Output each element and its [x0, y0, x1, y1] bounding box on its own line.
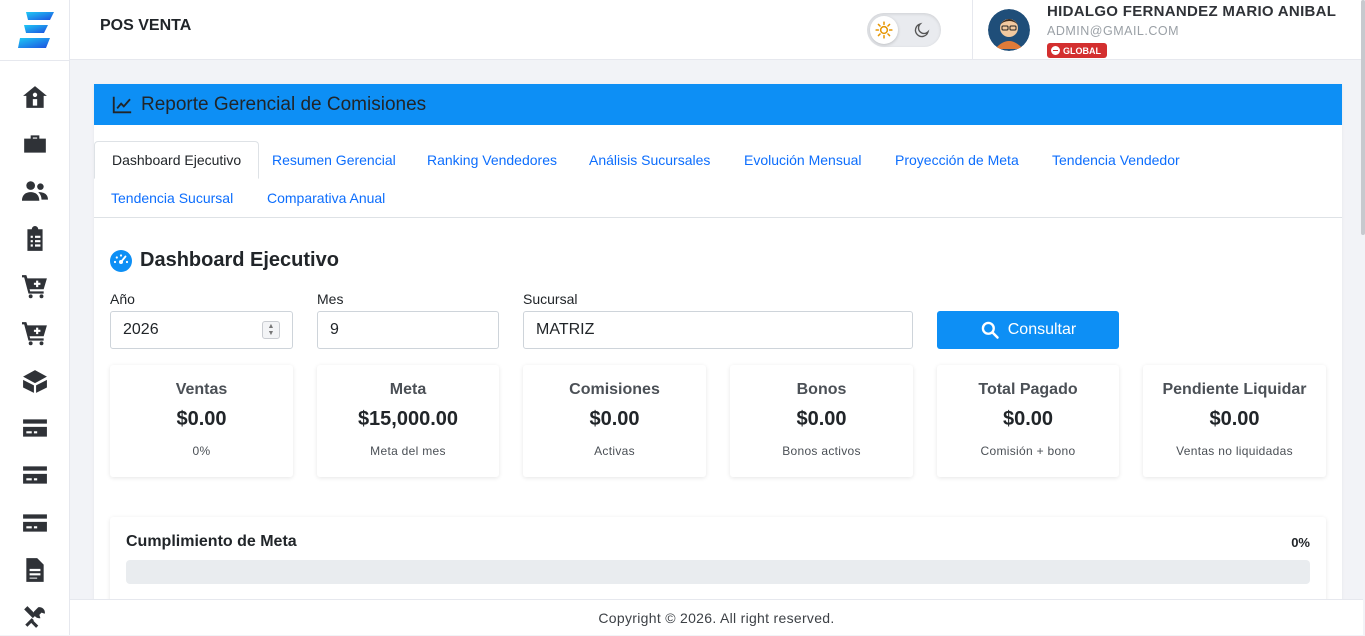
sidebar-divider	[0, 60, 70, 61]
stat-label: Ventas	[175, 381, 228, 398]
progress-title: Cumplimiento de Meta	[126, 533, 297, 550]
global-badge: GLOBAL	[1047, 43, 1107, 58]
year-stepper[interactable]: ▲ ▼	[262, 321, 280, 339]
file-alt-icon[interactable]	[21, 556, 49, 584]
tab-resumen-gerencial[interactable]: Resumen Gerencial	[255, 141, 413, 179]
stat-value: $15,000.00	[357, 408, 459, 430]
branch-input[interactable]: MATRIZ	[523, 311, 913, 349]
stat-value: $0.00	[1002, 408, 1054, 430]
report-card: Reporte Gerencial de Comisiones Dashboar…	[94, 84, 1342, 612]
stat-label: Pendiente Liquidar	[1162, 381, 1307, 398]
cart-plus-icon[interactable]	[21, 272, 49, 300]
footer: Copyright © 2026. All right reserved.	[70, 599, 1363, 635]
month-value: 9	[330, 321, 339, 338]
stat-sub: Ventas no liquidadas	[1176, 444, 1293, 458]
stat-label: Comisiones	[569, 381, 660, 398]
tools-icon[interactable]	[21, 603, 49, 631]
stat-label: Bonos	[796, 381, 847, 398]
briefcase-icon[interactable]	[21, 130, 49, 158]
sidebar	[0, 0, 70, 635]
stat-label: Meta	[389, 381, 427, 398]
badge-label: GLOBAL	[1063, 45, 1101, 56]
chart-line-icon	[112, 96, 132, 113]
tab-comparativa-anual[interactable]: Comparativa Anual	[250, 179, 402, 217]
box-open-icon[interactable]	[21, 367, 49, 395]
credit-card-icon[interactable]	[21, 461, 49, 489]
dashboard-title: Dashboard Ejecutivo	[140, 249, 339, 271]
stat-card-meta: Meta $15,000.00 Meta del mes	[317, 365, 499, 477]
year-value: 2026	[123, 321, 159, 338]
stat-value: $0.00	[176, 408, 227, 430]
branch-label: Sucursal	[523, 291, 578, 307]
report-header: Reporte Gerencial de Comisiones	[94, 84, 1342, 125]
stat-sub: Activas	[594, 444, 635, 458]
tab-dashboard-ejecutivo[interactable]: Dashboard Ejecutivo	[94, 141, 260, 179]
credit-card-icon[interactable]	[21, 509, 49, 537]
report-title: Reporte Gerencial de Comisiones	[141, 93, 427, 115]
stat-sub: Meta del mes	[370, 444, 446, 458]
stat-card-bonos: Bonos $0.00 Bonos activos	[730, 365, 913, 477]
consultar-button[interactable]: Consultar	[937, 311, 1119, 349]
user-name: HIDALGO FERNANDEZ MARIO ANIBAL	[1047, 3, 1337, 20]
moon-icon[interactable]	[911, 19, 933, 41]
stat-sub: Bonos activos	[782, 444, 861, 458]
tab-ranking-vendedores[interactable]: Ranking Vendedores	[410, 141, 574, 179]
month-input[interactable]: 9	[317, 311, 499, 349]
tab-tendencia-vendedor[interactable]: Tendencia Vendedor	[1035, 141, 1197, 179]
tachometer-icon	[110, 249, 132, 272]
year-input[interactable]: 2026 ▲ ▼	[110, 311, 293, 349]
stat-sub: Comisión + bono	[980, 444, 1076, 458]
credit-card-icon[interactable]	[21, 414, 49, 442]
home-icon[interactable]	[21, 83, 49, 111]
stat-card-comisiones: Comisiones $0.00 Activas	[523, 365, 706, 477]
month-label: Mes	[317, 291, 344, 307]
search-icon	[981, 321, 999, 339]
stat-value: $0.00	[589, 408, 640, 430]
tab-evolucion-mensual[interactable]: Evolución Mensual	[727, 141, 879, 179]
app-logo[interactable]	[14, 8, 58, 52]
top-bar: POS VENTA HIDALGO FERNANDEZ MARIO ANIBAL…	[70, 0, 1363, 60]
tab-analisis-sucursales[interactable]: Análisis Sucursales	[572, 141, 727, 179]
app-title: POS VENTA	[100, 17, 192, 34]
consultar-label: Consultar	[1007, 321, 1077, 338]
user-email: ADMIN@GMAIL.COM	[1047, 24, 1179, 38]
topbar-divider	[972, 0, 973, 60]
users-icon[interactable]	[21, 177, 49, 205]
report-tabs: Dashboard Ejecutivo Resumen Gerencial Ra…	[94, 125, 1342, 218]
user-avatar[interactable]	[988, 9, 1030, 51]
branch-value: MATRIZ	[536, 321, 595, 338]
stat-sub: 0%	[192, 444, 211, 458]
progress-bar	[126, 560, 1310, 584]
no-entry-icon	[1051, 46, 1060, 55]
goal-progress-card: Cumplimiento de Meta 0%	[110, 517, 1326, 612]
tab-proyeccion-de-meta[interactable]: Proyección de Meta	[878, 141, 1036, 179]
clipboard-list-icon[interactable]	[21, 225, 49, 253]
theme-toggle[interactable]	[867, 13, 941, 47]
stat-card-ventas: Ventas $0.00 0%	[110, 365, 293, 477]
stat-value: $0.00	[796, 408, 847, 430]
stat-label: Total Pagado	[978, 381, 1078, 398]
stat-card-total-pagado: Total Pagado $0.00 Comisión + bono	[937, 365, 1119, 477]
year-label: Año	[110, 291, 135, 307]
section-title: Dashboard Ejecutivo	[110, 249, 339, 272]
page-scrollbar[interactable]	[1361, 0, 1365, 235]
sun-icon[interactable]	[870, 16, 898, 44]
tab-tendencia-sucursal[interactable]: Tendencia Sucursal	[94, 179, 250, 217]
cart-plus-icon[interactable]	[21, 319, 49, 347]
progress-percent: 0%	[1291, 535, 1310, 550]
stat-card-pendiente-liquidar: Pendiente Liquidar $0.00 Ventas no liqui…	[1143, 365, 1326, 477]
stat-value: $0.00	[1209, 408, 1260, 430]
